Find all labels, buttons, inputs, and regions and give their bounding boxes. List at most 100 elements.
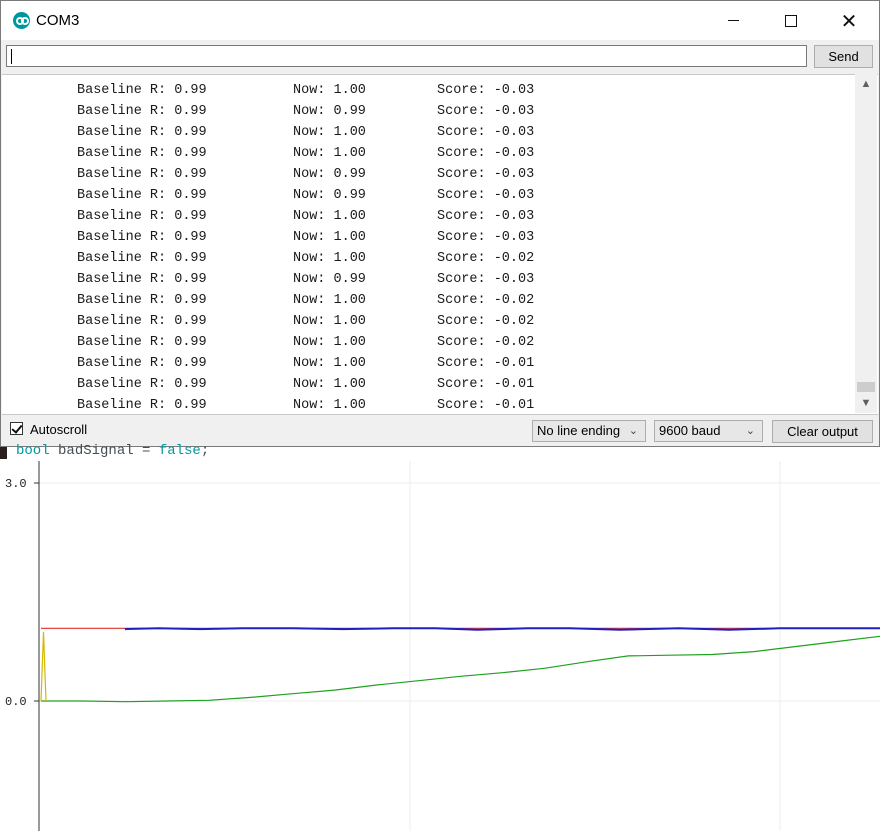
baseline-text: Baseline R: 0.99 <box>77 209 207 224</box>
output-line: Baseline R: 0.99 Now: 1.00 Score: -0.01 <box>77 374 637 395</box>
score-text: Score: -0.01 <box>437 398 535 413</box>
output-line: Baseline R: 0.99 Now: 1.00 Score: -0.01 <box>77 353 637 374</box>
now-text: Now: 1.00 <box>293 251 366 266</box>
now-text: Now: 1.00 <box>293 398 366 413</box>
send-button[interactable]: Send <box>814 45 873 68</box>
baseline-text: Baseline R: 0.99 <box>77 272 207 287</box>
score-text: Score: -0.03 <box>437 104 535 119</box>
baseline-text: Baseline R: 0.99 <box>77 125 207 140</box>
scroll-up-icon[interactable]: ▲ <box>855 74 877 94</box>
baseline-text: Baseline R: 0.99 <box>77 314 207 329</box>
code-keyword-value: false <box>158 443 201 459</box>
score-text: Score: -0.03 <box>437 83 535 98</box>
baseline-text: Baseline R: 0.99 <box>77 230 207 245</box>
output-line: Baseline R: 0.99 Now: 0.99 Score: -0.03 <box>77 164 637 185</box>
arduino-icon <box>13 12 30 29</box>
clear-output-button[interactable]: Clear output <box>772 420 873 443</box>
now-text: Now: 1.00 <box>293 230 366 245</box>
autoscroll-checkbox[interactable] <box>10 422 23 435</box>
baseline-text: Baseline R: 0.99 <box>77 335 207 350</box>
score-text: Score: -0.03 <box>437 209 535 224</box>
send-input[interactable] <box>6 45 807 67</box>
score-text: Score: -0.03 <box>437 167 535 182</box>
now-text: Now: 1.00 <box>293 83 366 98</box>
y-tick-label: 3.0 <box>5 477 27 491</box>
minimize-button[interactable] <box>704 1 762 40</box>
code-keyword-type: bool <box>16 443 50 459</box>
series-line-blue <box>124 627 880 631</box>
dropdown-arrow-icon: ⌄ <box>745 425 755 437</box>
score-text: Score: -0.03 <box>437 188 535 203</box>
now-text: Now: 0.99 <box>293 167 366 182</box>
baseline-text: Baseline R: 0.99 <box>77 167 207 182</box>
line-ending-value: No line ending <box>537 423 621 438</box>
score-text: Score: -0.02 <box>437 293 535 308</box>
baseline-text: Baseline R: 0.99 <box>77 377 207 392</box>
now-text: Now: 1.00 <box>293 209 366 224</box>
title-bar[interactable]: COM3 ✕ <box>1 1 879 40</box>
serial-monitor-window: COM3 ✕ Send Baseline R: 0.99 Now: 1.00 Sco… <box>0 0 880 447</box>
output-line: Baseline R: 0.99 Now: 0.99 Score: -0.03 <box>77 185 637 206</box>
output-line: Baseline R: 0.99 Now: 1.00 Score: -0.02 <box>77 248 637 269</box>
baseline-text: Baseline R: 0.99 <box>77 188 207 203</box>
output-line: Baseline R: 0.99 Now: 0.99 Score: -0.03 <box>77 269 637 290</box>
output-line: Baseline R: 0.99 Now: 1.00 Score: -0.03 <box>77 122 637 143</box>
vertical-scrollbar[interactable]: ▲ ▼ <box>855 74 877 413</box>
now-text: Now: 1.00 <box>293 356 366 371</box>
now-text: Now: 1.00 <box>293 377 366 392</box>
output-lines: Baseline R: 0.99 Now: 1.00 Score: -0.03 Bas… <box>77 80 637 414</box>
score-text: Score: -0.02 <box>437 335 535 350</box>
output-line: Baseline R: 0.99 Now: 1.00 Score: -0.02 <box>77 290 637 311</box>
score-text: Score: -0.03 <box>437 146 535 161</box>
editor-gutter-mark <box>0 447 7 459</box>
output-line: Baseline R: 0.99 Now: 1.00 Score: -0.01 <box>77 395 637 414</box>
now-text: Now: 1.00 <box>293 146 366 161</box>
score-text: Score: -0.02 <box>437 251 535 266</box>
dropdown-arrow-icon: ⌄ <box>628 425 638 437</box>
maximize-icon <box>785 14 797 27</box>
score-text: Score: -0.03 <box>437 272 535 287</box>
output-line: Baseline R: 0.99 Now: 1.00 Score: -0.03 <box>77 206 637 227</box>
line-ending-select[interactable]: No line ending ⌄ <box>532 420 646 442</box>
baseline-text: Baseline R: 0.99 <box>77 104 207 119</box>
baseline-text: Baseline R: 0.99 <box>77 251 207 266</box>
serial-plotter: 3.0 0.0 <box>0 461 882 831</box>
plot-area: 3.0 0.0 <box>5 461 881 831</box>
maximize-button[interactable] <box>762 1 820 40</box>
baud-rate-select[interactable]: 9600 baud ⌄ <box>654 420 763 442</box>
score-text: Score: -0.03 <box>437 125 535 140</box>
bottom-bar: Autoscroll No line ending ⌄ 9600 baud ⌄ … <box>2 414 878 446</box>
text-caret <box>11 49 12 64</box>
output-line: Baseline R: 0.99 Now: 1.00 Score: -0.03 <box>77 80 637 101</box>
output-line: Baseline R: 0.99 Now: 1.00 Score: -0.03 <box>77 143 637 164</box>
window-title: COM3 <box>36 12 80 29</box>
score-text: Score: -0.03 <box>437 230 535 245</box>
score-text: Score: -0.02 <box>437 314 535 329</box>
output-line: Baseline R: 0.99 Now: 1.00 Score: -0.02 <box>77 311 637 332</box>
now-text: Now: 0.99 <box>293 188 366 203</box>
now-text: Now: 1.00 <box>293 314 366 329</box>
baseline-text: Baseline R: 0.99 <box>77 293 207 308</box>
baseline-text: Baseline R: 0.99 <box>77 398 207 413</box>
minimize-icon <box>727 20 739 21</box>
y-tick-label: 0.0 <box>5 695 27 709</box>
baud-rate-value: 9600 baud <box>659 423 721 438</box>
series-line-green <box>41 635 881 703</box>
baseline-text: Baseline R: 0.99 <box>77 83 207 98</box>
close-icon: ✕ <box>840 8 858 33</box>
baseline-text: Baseline R: 0.99 <box>77 146 207 161</box>
serial-output[interactable]: Baseline R: 0.99 Now: 1.00 Score: -0.03 Bas… <box>2 74 878 415</box>
scroll-down-icon[interactable]: ▼ <box>855 393 877 413</box>
scrollbar-thumb[interactable] <box>857 382 875 392</box>
close-button[interactable]: ✕ <box>820 1 878 40</box>
score-text: Score: -0.01 <box>437 377 535 392</box>
code-identifier: badSignal = <box>49 443 159 459</box>
now-text: Now: 1.00 <box>293 125 366 140</box>
series-line-yellow <box>40 631 47 702</box>
autoscroll-label[interactable]: Autoscroll <box>30 422 87 437</box>
output-line: Baseline R: 0.99 Now: 0.99 Score: -0.03 <box>77 101 637 122</box>
code-line: bool badSignal = false; <box>16 443 209 459</box>
now-text: Now: 1.00 <box>293 293 366 308</box>
now-text: Now: 0.99 <box>293 104 366 119</box>
code-end: ; <box>200 443 210 459</box>
